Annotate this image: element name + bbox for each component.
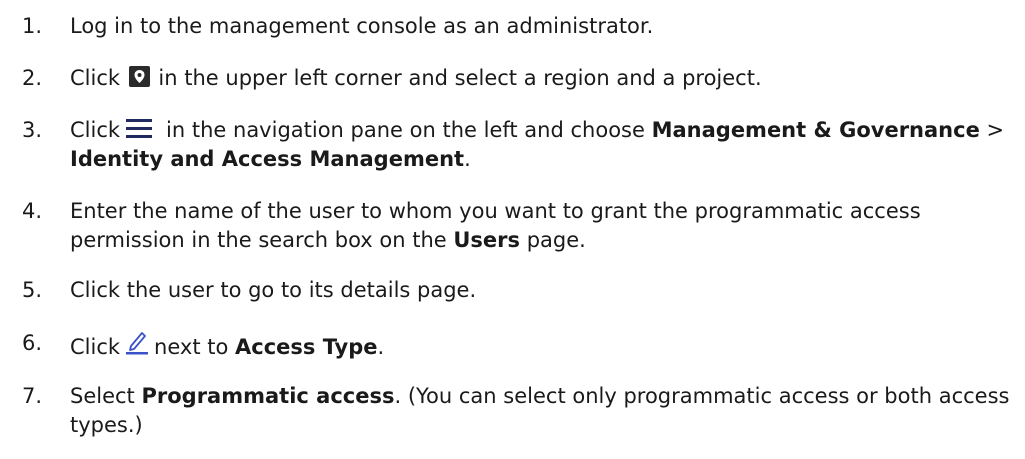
step-number: 3. xyxy=(22,118,43,142)
step-number: 4. xyxy=(22,199,43,223)
location-pin-icon xyxy=(128,66,150,87)
step-number: 6. xyxy=(22,331,43,355)
step-number: 2. xyxy=(22,66,43,90)
edit-pencil-icon xyxy=(126,332,149,355)
step-text: Click in the upper left corner and selec… xyxy=(70,66,762,90)
menu-icon xyxy=(126,119,153,138)
step-text: Log in to the management console as an a… xyxy=(70,14,654,38)
step-text: Click the user to go to its details page… xyxy=(70,278,477,302)
step-text: Select Programmatic access. (You can sel… xyxy=(70,384,1010,437)
step-text: Click in the navigation pane on the left … xyxy=(70,118,1005,171)
step-number: 5. xyxy=(22,278,43,302)
step-number: 7. xyxy=(22,384,43,408)
step-text: Click next to Access Type. xyxy=(70,329,1017,362)
step-text: Enter the name of the user to whom you w… xyxy=(70,199,921,252)
step-number: 1. xyxy=(22,14,43,38)
